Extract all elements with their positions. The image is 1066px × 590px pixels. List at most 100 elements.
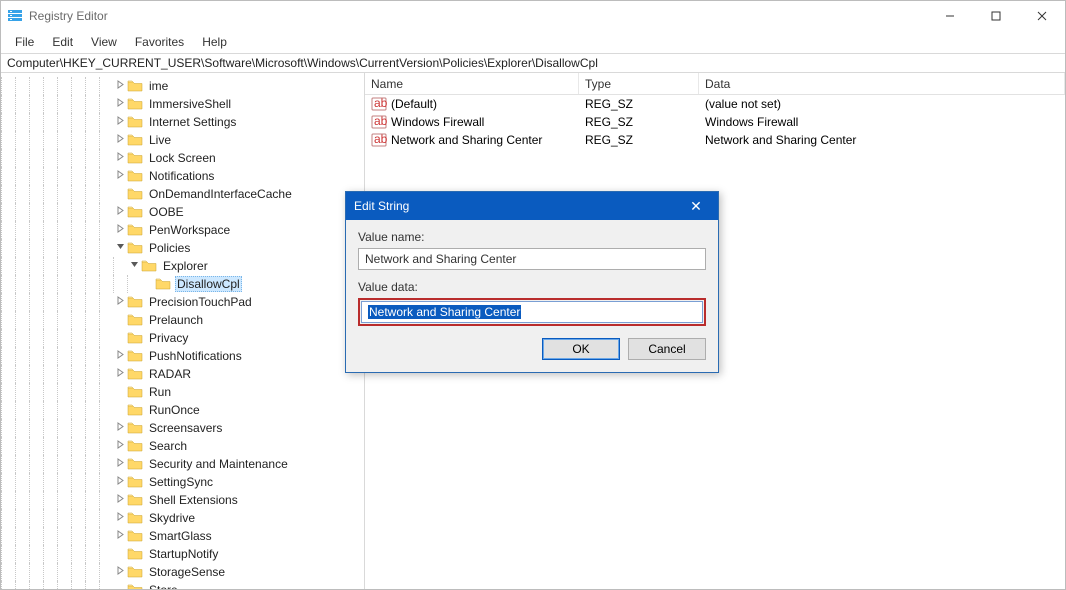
chevron-icon[interactable] xyxy=(113,350,127,362)
value-data-label: Value data: xyxy=(358,280,706,294)
folder-icon xyxy=(127,223,143,237)
cancel-button[interactable]: Cancel xyxy=(628,338,706,360)
tree-panel[interactable]: ime ImmersiveShell Internet Settings Live Lo… xyxy=(1,73,365,589)
tree-node[interactable]: OOBE xyxy=(1,203,364,221)
tree-node[interactable]: PrecisionTouchPad xyxy=(1,293,364,311)
tree-node[interactable]: Security and Maintenance xyxy=(1,455,364,473)
chevron-icon[interactable] xyxy=(113,98,127,110)
value-row[interactable]: abWindows FirewallREG_SZWindows Firewall xyxy=(365,113,1065,131)
dialog-titlebar[interactable]: Edit String ✕ xyxy=(346,192,718,220)
col-data[interactable]: Data xyxy=(699,73,1065,94)
menu-view[interactable]: View xyxy=(83,33,125,51)
chevron-icon[interactable] xyxy=(113,530,127,542)
folder-icon xyxy=(127,115,143,129)
chevron-icon[interactable] xyxy=(113,206,127,218)
tree-node[interactable]: Store xyxy=(1,581,364,589)
tree-node-label: Screensavers xyxy=(147,421,224,435)
tree-node-label: ImmersiveShell xyxy=(147,97,233,111)
folder-icon xyxy=(127,385,143,399)
folder-icon xyxy=(127,403,143,417)
tree-node-label: Prelaunch xyxy=(147,313,205,327)
chevron-icon[interactable] xyxy=(113,458,127,470)
tree-node[interactable]: Internet Settings xyxy=(1,113,364,131)
tree-node[interactable]: Search xyxy=(1,437,364,455)
menu-file[interactable]: File xyxy=(7,33,42,51)
dialog-title: Edit String xyxy=(354,199,682,213)
tree-node[interactable]: ImmersiveShell xyxy=(1,95,364,113)
folder-icon xyxy=(127,583,143,589)
chevron-icon[interactable] xyxy=(113,134,127,146)
menu-edit[interactable]: Edit xyxy=(44,33,81,51)
close-button[interactable] xyxy=(1019,1,1065,31)
tree-node[interactable]: Live xyxy=(1,131,364,149)
chevron-icon[interactable] xyxy=(113,476,127,488)
tree-node[interactable]: OnDemandInterfaceCache xyxy=(1,185,364,203)
ok-button[interactable]: OK xyxy=(542,338,620,360)
tree-node[interactable]: DisallowCpl xyxy=(1,275,364,293)
tree-node[interactable]: Explorer xyxy=(1,257,364,275)
menu-help[interactable]: Help xyxy=(194,33,235,51)
col-name[interactable]: Name xyxy=(365,73,579,94)
menu-favorites[interactable]: Favorites xyxy=(127,33,192,51)
address-input[interactable] xyxy=(7,56,1059,70)
tree-node[interactable]: StartupNotify xyxy=(1,545,364,563)
tree-node[interactable]: Privacy xyxy=(1,329,364,347)
tree-node-label: RunOnce xyxy=(147,403,202,417)
chevron-icon[interactable] xyxy=(113,494,127,506)
tree-node[interactable]: SettingSync xyxy=(1,473,364,491)
chevron-icon[interactable] xyxy=(113,422,127,434)
tree-node-label: Search xyxy=(147,439,189,453)
value-row[interactable]: abNetwork and Sharing CenterREG_SZNetwor… xyxy=(365,131,1065,149)
dialog-buttons: OK Cancel xyxy=(358,338,706,360)
folder-icon xyxy=(127,169,143,183)
tree-node[interactable]: Shell Extensions xyxy=(1,491,364,509)
chevron-icon[interactable] xyxy=(113,368,127,380)
chevron-icon[interactable] xyxy=(113,296,127,308)
window-controls xyxy=(927,1,1065,31)
tree-node-label: PrecisionTouchPad xyxy=(147,295,254,309)
tree-node-label: PushNotifications xyxy=(147,349,244,363)
tree-node[interactable]: Policies xyxy=(1,239,364,257)
chevron-icon[interactable] xyxy=(113,224,127,236)
chevron-icon[interactable] xyxy=(113,80,127,92)
tree-node-label: Live xyxy=(147,133,173,147)
folder-icon xyxy=(127,367,143,381)
chevron-icon[interactable] xyxy=(113,152,127,164)
value-data-field[interactable]: Network and Sharing Center xyxy=(361,301,703,323)
dialog-body: Value name: Network and Sharing Center V… xyxy=(346,220,718,372)
tree-node[interactable]: Notifications xyxy=(1,167,364,185)
chevron-icon[interactable] xyxy=(127,260,141,272)
tree-node[interactable]: StorageSense xyxy=(1,563,364,581)
minimize-button[interactable] xyxy=(927,1,973,31)
chevron-icon[interactable] xyxy=(113,170,127,182)
chevron-icon[interactable] xyxy=(113,242,127,254)
address-bar xyxy=(1,53,1065,73)
chevron-icon[interactable] xyxy=(113,566,127,578)
tree-node[interactable]: Screensavers xyxy=(1,419,364,437)
tree-node[interactable]: Prelaunch xyxy=(1,311,364,329)
tree-node[interactable]: RunOnce xyxy=(1,401,364,419)
folder-icon xyxy=(127,151,143,165)
tree-node-label: Policies xyxy=(147,241,192,255)
tree-node-label: Explorer xyxy=(161,259,210,273)
maximize-button[interactable] xyxy=(973,1,1019,31)
tree-node-label: StartupNotify xyxy=(147,547,220,561)
tree-node[interactable]: RADAR xyxy=(1,365,364,383)
chevron-icon[interactable] xyxy=(113,116,127,128)
tree-node[interactable]: PenWorkspace xyxy=(1,221,364,239)
tree-node[interactable]: Skydrive xyxy=(1,509,364,527)
value-name-field[interactable]: Network and Sharing Center xyxy=(358,248,706,270)
tree-node[interactable]: ime xyxy=(1,77,364,95)
dialog-close-icon[interactable]: ✕ xyxy=(682,198,710,215)
tree-node-label: Privacy xyxy=(147,331,190,345)
folder-icon xyxy=(127,511,143,525)
tree-node[interactable]: Lock Screen xyxy=(1,149,364,167)
tree-node[interactable]: SmartGlass xyxy=(1,527,364,545)
registry-editor-window: Registry Editor File Edit View Favorites… xyxy=(0,0,1066,590)
value-row[interactable]: ab(Default)REG_SZ(value not set) xyxy=(365,95,1065,113)
chevron-icon[interactable] xyxy=(113,512,127,524)
tree-node[interactable]: PushNotifications xyxy=(1,347,364,365)
chevron-icon[interactable] xyxy=(113,440,127,452)
tree-node[interactable]: Run xyxy=(1,383,364,401)
col-type[interactable]: Type xyxy=(579,73,699,94)
